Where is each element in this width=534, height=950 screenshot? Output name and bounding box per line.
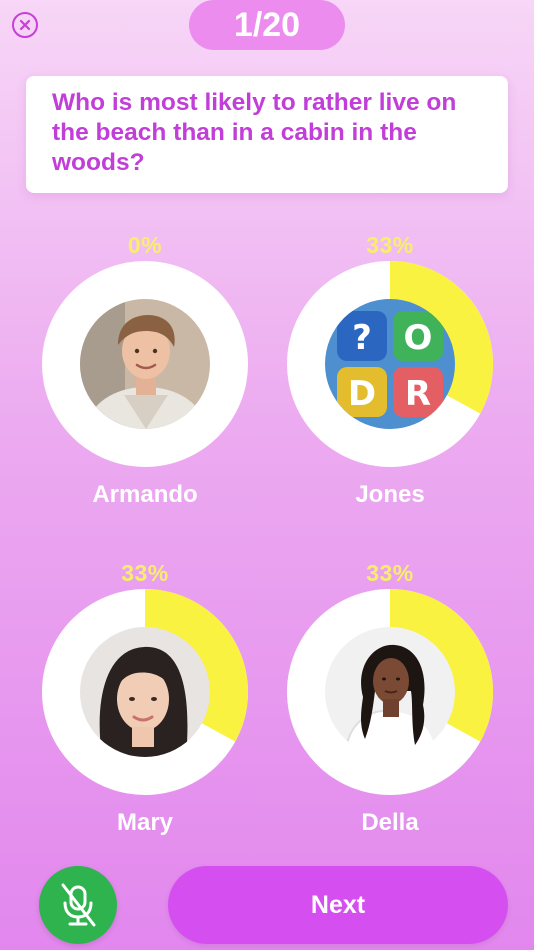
next-button[interactable]: Next — [168, 866, 508, 944]
close-button[interactable] — [12, 12, 38, 38]
player-name: Mary — [116, 809, 174, 836]
player-name: Jones — [355, 481, 425, 508]
logo-letter: O — [404, 318, 433, 358]
photo-woman-white-robe-icon — [325, 627, 455, 757]
logo-letter: ? — [352, 318, 372, 358]
vote-percent: 33% — [366, 232, 414, 258]
photo-young-man-icon — [80, 299, 210, 429]
player-name: Della — [361, 809, 419, 836]
avatar-mary — [80, 627, 210, 757]
avatar-della — [325, 627, 455, 757]
avatar-armando — [80, 299, 210, 429]
vote-ring: ? O D R — [285, 259, 495, 469]
vote-percent: 0% — [127, 232, 163, 258]
app-logo-qodr-icon: ? O D R — [325, 299, 455, 429]
vote-percent: 33% — [366, 560, 414, 586]
logo-letter: R — [405, 374, 431, 414]
close-icon — [19, 19, 31, 31]
question-counter: 1/20 — [189, 0, 345, 50]
vote-ring — [285, 587, 495, 797]
avatar-jones: ? O D R — [325, 299, 455, 429]
question-text: Who is most likely to rather live on the… — [52, 89, 457, 176]
mute-microphone-button[interactable] — [39, 866, 117, 944]
logo-letter: D — [348, 374, 376, 414]
vote-percent: 33% — [121, 560, 169, 586]
vote-ring — [40, 587, 250, 797]
vote-ring — [40, 259, 250, 469]
player-name: Armando — [92, 481, 198, 508]
photo-young-woman-icon — [80, 627, 210, 757]
question-card: Who is most likely to rather live on the… — [26, 76, 508, 193]
microphone-off-icon — [61, 883, 96, 927]
